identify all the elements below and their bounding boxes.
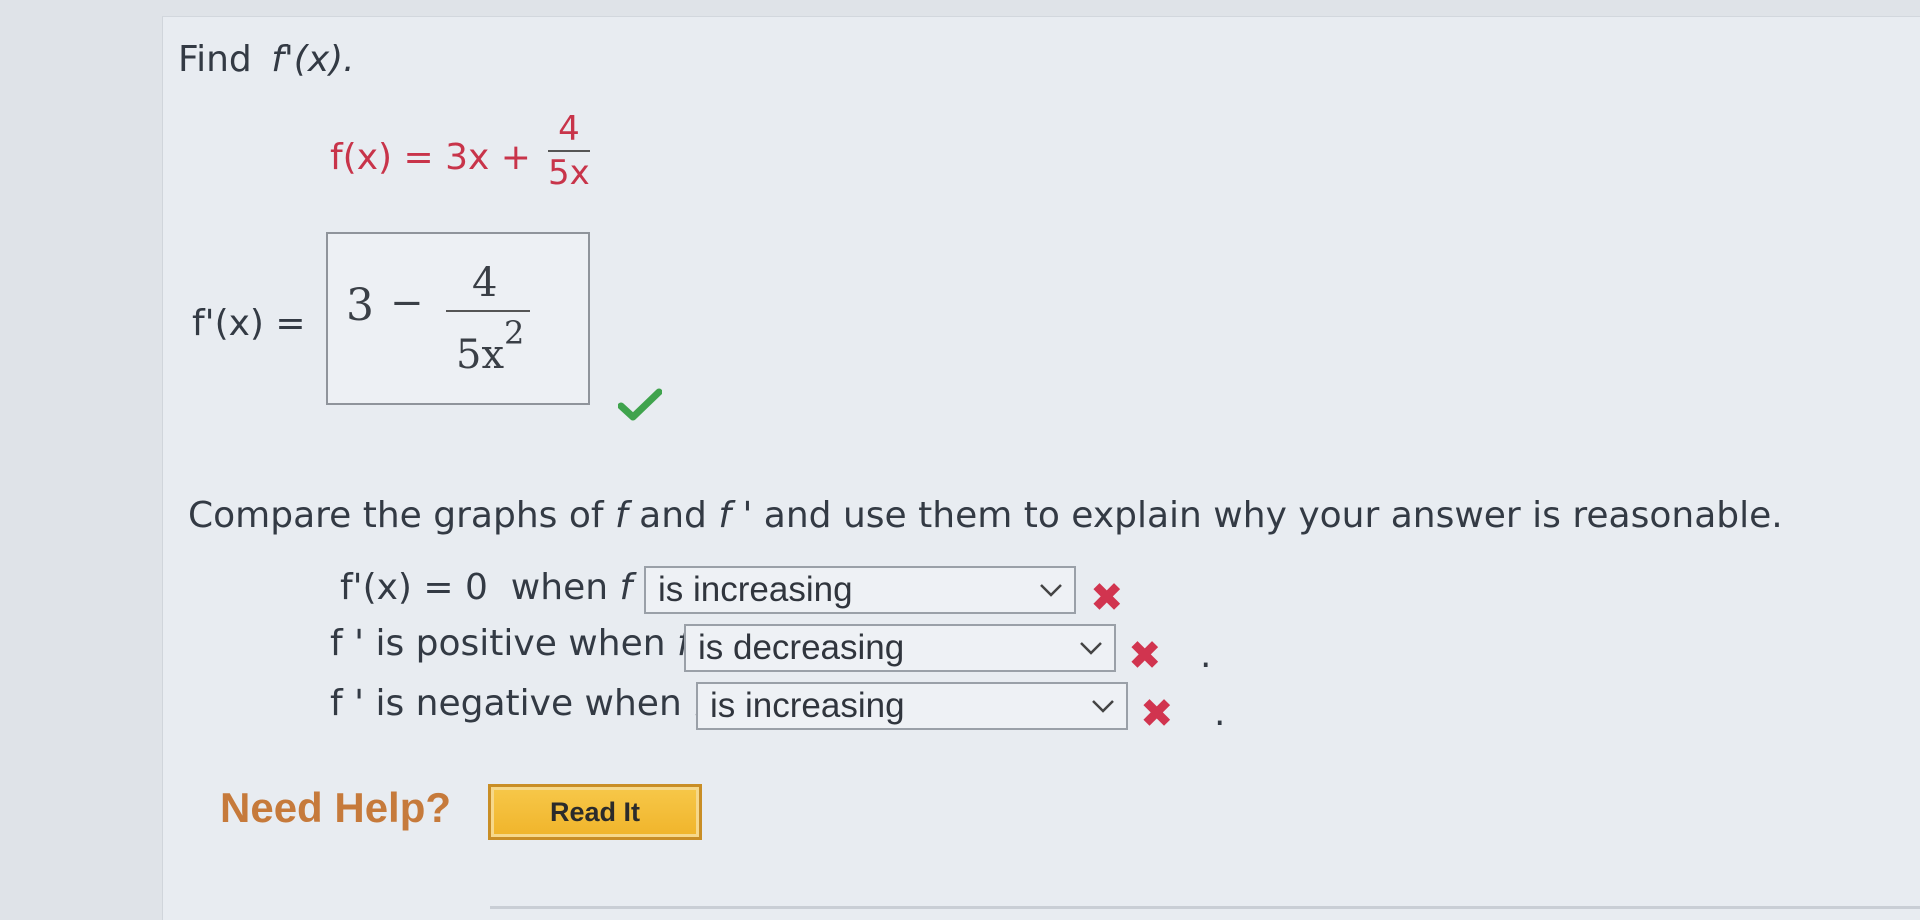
incorrect-x-icon: ✖	[1128, 633, 1162, 679]
function-definition: f(x) = 3x +	[330, 137, 531, 178]
answer-fraction-bar	[446, 310, 530, 312]
prompt-part-b: and use them to explain why your answer …	[763, 495, 1783, 536]
row1-label: f'(x) = 0 when f	[340, 568, 632, 608]
answer-input[interactable]: 3 − 4 5x 2	[326, 232, 590, 405]
divider	[490, 906, 1920, 909]
answer-denominator: 5x	[456, 332, 505, 378]
answer-constant: 3	[346, 280, 374, 331]
find-target: f'(x).	[271, 39, 355, 80]
compare-prompt: Compare the graphs of f and f ' and use …	[188, 496, 1783, 536]
function-numerator: 4	[558, 109, 580, 149]
prompt-part-a: Compare the graphs of	[188, 495, 604, 536]
fraction-bar	[548, 150, 590, 152]
chevron-down-icon	[1040, 584, 1062, 597]
row2-dropdown[interactable]: is decreasing	[684, 624, 1116, 672]
row1-text: f'(x) = 0 when	[340, 567, 609, 608]
row3-label: f ' is negative when f	[330, 684, 706, 724]
function-denominator: 5x	[548, 153, 590, 193]
row3-period: .	[1214, 693, 1226, 734]
chevron-down-icon	[1080, 642, 1102, 655]
question-title: Find f'(x).	[178, 40, 355, 80]
chevron-down-icon	[1092, 700, 1114, 713]
function-fraction: 4 5x	[548, 112, 590, 190]
prompt-fprime: f '	[718, 495, 753, 536]
row1-f: f	[619, 567, 633, 608]
row2-text: f ' is positive when	[330, 623, 666, 664]
row3-text: f ' is negative when	[330, 683, 682, 724]
row2-label: f ' is positive when f	[330, 624, 690, 664]
row3-dropdown[interactable]: is increasing	[696, 682, 1128, 730]
row2-selected: is decreasing	[698, 628, 905, 667]
read-it-button[interactable]: Read It	[488, 784, 702, 840]
row1-dropdown[interactable]: is increasing	[644, 566, 1076, 614]
find-prefix: Find	[178, 39, 252, 80]
need-help-label: Need Help?	[220, 784, 452, 831]
answer-minus: −	[390, 280, 424, 326]
incorrect-x-icon: ✖	[1140, 691, 1174, 737]
derivative-label: f'(x) =	[192, 303, 306, 344]
row1-selected: is increasing	[658, 570, 853, 609]
answer-exponent: 2	[504, 314, 525, 352]
checkmark-icon	[618, 388, 662, 421]
answer-numerator: 4	[472, 260, 498, 306]
prompt-and: and	[639, 495, 707, 536]
prompt-f: f	[615, 495, 628, 536]
incorrect-x-icon: ✖	[1090, 575, 1124, 621]
row2-period: .	[1200, 635, 1212, 676]
row3-selected: is increasing	[710, 686, 905, 725]
